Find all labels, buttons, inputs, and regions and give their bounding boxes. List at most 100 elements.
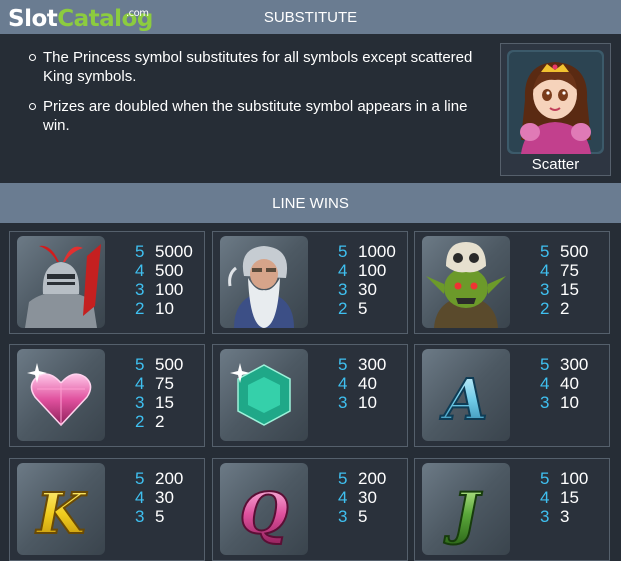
payout-count: 5 [338, 355, 348, 374]
paytable-cell-wizard: 5 1000 4 100 3 30 25 [212, 231, 408, 334]
svg-text:K: K [35, 481, 88, 547]
payout-row: 3 10 [338, 393, 386, 412]
letter-a-icon: A [422, 349, 510, 441]
payout-row: 3 10 [540, 393, 588, 412]
payout-value: 1000 [358, 242, 396, 261]
paytable-cell-emerald-gem: 5 300 4 40 3 10 [212, 344, 408, 447]
payout-count: 5 [540, 242, 550, 261]
payout-value: 5 [358, 507, 368, 526]
payout-row: 3 15 [135, 393, 183, 412]
payout-value: 10 [358, 393, 377, 412]
payout-value: 5000 [155, 242, 193, 261]
substitute-title: SUBSTITUTE [263, 8, 358, 26]
scatter-label: Scatter [531, 156, 580, 173]
payout-row: 5 1000 [338, 242, 396, 261]
payout-row: 33 [540, 507, 588, 526]
payout-row: 5 200 [135, 469, 183, 488]
payout-value: 100 [155, 280, 184, 299]
payout-count: 4 [338, 488, 348, 507]
payout-count: 4 [135, 374, 145, 393]
payout-row: 4 75 [540, 261, 588, 280]
payout-value: 500 [560, 242, 589, 261]
paytable-cell-letter-k: K 5 200 4 30 35 [9, 458, 205, 561]
paytable-cell-letter-j: J 5 100 4 15 33 [414, 458, 610, 561]
payout-row: 4 30 [338, 488, 386, 507]
payout-row: 4 40 [540, 374, 588, 393]
logo-suffix: .com [126, 8, 149, 19]
payout-list: 5 5000 4 500 3 100 2 10 [135, 242, 193, 318]
paytable-cell-heart-gem: 5 500 4 75 3 15 22 [9, 344, 205, 447]
payout-count: 4 [540, 374, 550, 393]
payout-row: 3 30 [338, 280, 396, 299]
knight-icon [17, 236, 105, 328]
payout-row: 35 [135, 507, 183, 526]
princess-symbol-card: Scatter [500, 43, 611, 176]
payout-row: 22 [540, 299, 588, 318]
princess-icon [507, 50, 604, 154]
payout-value: 15 [560, 488, 579, 507]
payout-count: 4 [338, 374, 348, 393]
payout-count: 3 [540, 507, 550, 526]
paytable-cell-letter-q: Q 5 200 4 30 35 [212, 458, 408, 561]
payout-row: 25 [338, 299, 396, 318]
payout-value: 5 [358, 299, 368, 318]
payout-value: 75 [560, 261, 579, 280]
payout-value: 40 [358, 374, 377, 393]
goblin-icon [422, 236, 510, 328]
rule-item: Prizes are doubled when the substitute s… [29, 97, 495, 135]
payout-list: 5 500 4 75 3 15 22 [540, 242, 588, 318]
payout-value: 10 [560, 393, 579, 412]
payout-count: 4 [338, 261, 348, 280]
payout-row: 3 15 [540, 280, 588, 299]
paytable-cell-letter-a: A 5 300 4 40 3 10 [414, 344, 610, 447]
payout-count: 2 [135, 299, 145, 318]
payout-list: 5 1000 4 100 3 30 25 [338, 242, 396, 318]
payout-row: 4 30 [135, 488, 183, 507]
payout-value: 3 [560, 507, 570, 526]
payout-list: 5 200 4 30 35 [338, 469, 386, 526]
payout-row: 4 100 [338, 261, 396, 280]
payout-count: 3 [338, 507, 348, 526]
payout-count: 3 [338, 280, 348, 299]
payout-list: 5 100 4 15 33 [540, 469, 588, 526]
payout-row: 4 40 [338, 374, 386, 393]
payout-value: 10 [155, 299, 174, 318]
payout-count: 2 [135, 412, 145, 431]
emerald-gem-icon [220, 349, 308, 441]
rule-text: The Princess symbol substitutes for all … [43, 49, 473, 85]
letter-k-icon: K [17, 463, 105, 555]
payout-value: 2 [155, 412, 165, 431]
payout-row: 5 500 [540, 242, 588, 261]
payout-value: 40 [560, 374, 579, 393]
paytable-cell-knight: 5 5000 4 500 3 100 2 10 [9, 231, 205, 334]
payout-count: 3 [540, 393, 550, 412]
payout-value: 2 [560, 299, 570, 318]
svg-text:Q: Q [240, 481, 289, 547]
payout-row: 3 100 [135, 280, 193, 299]
payout-row: 5 200 [338, 469, 386, 488]
payout-value: 30 [155, 488, 174, 507]
payout-list: 5 300 4 40 3 10 [540, 355, 588, 412]
payout-count: 3 [135, 280, 145, 299]
payout-count: 5 [338, 469, 348, 488]
payout-value: 15 [155, 393, 174, 412]
bullet-icon [29, 54, 36, 61]
payout-list: 5 300 4 40 3 10 [338, 355, 386, 412]
payout-row: 35 [338, 507, 386, 526]
payout-row: 2 10 [135, 299, 193, 318]
slotcatalog-logo[interactable]: SlotCatalog .com [8, 6, 153, 32]
payout-count: 3 [338, 393, 348, 412]
payout-count: 5 [135, 469, 145, 488]
payout-value: 75 [155, 374, 174, 393]
payout-row: 22 [135, 412, 183, 431]
payout-row: 5 5000 [135, 242, 193, 261]
substitute-rules: The Princess symbol substitutes for all … [29, 48, 495, 146]
bullet-icon [29, 103, 36, 110]
payout-count: 5 [540, 469, 550, 488]
payout-row: 4 75 [135, 374, 183, 393]
payout-value: 200 [358, 469, 387, 488]
payout-value: 30 [358, 280, 377, 299]
payout-value: 500 [155, 355, 184, 374]
logo-part1: Slot [8, 6, 58, 32]
payout-row: 5 500 [135, 355, 183, 374]
